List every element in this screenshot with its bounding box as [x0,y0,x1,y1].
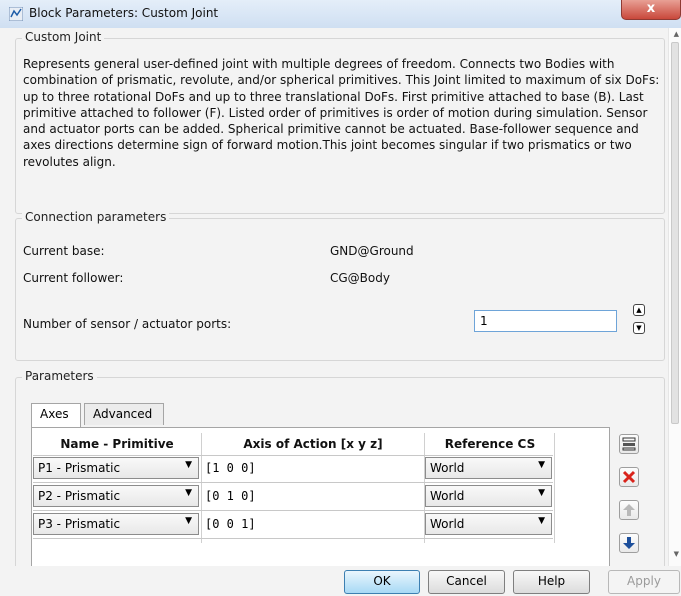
delete-row-icon [622,470,636,484]
tab-axes-label: Axes [40,407,69,421]
description-text: Represents general user-defined joint wi… [23,57,660,169]
connection-legend: Connection parameters [22,210,170,224]
move-up-icon [623,504,635,516]
column-header-axis: Axis of Action [x y z] [243,437,383,451]
description-group: Custom Joint Represents general user-def… [15,30,665,214]
axis-cell-1[interactable]: [1 0 0] [205,461,256,475]
ports-label: Number of sensor / actuator ports: [23,317,232,331]
row-divider [33,538,553,539]
dropdown-arrow-icon: ▼ [538,516,545,526]
dropdown-arrow-icon: ▼ [185,516,192,526]
column-divider [201,433,202,543]
primitive-select-2[interactable]: P2 - Prismatic ▼ [33,485,199,507]
current-follower-value: CG@Body [330,271,390,285]
window-title: Block Parameters: Custom Joint [29,6,219,20]
connection-parameters-group: Connection parameters [15,210,665,361]
axis-cell-2[interactable]: [0 1 0] [205,489,256,503]
reference-value-2: World [430,489,465,503]
current-base-value: GND@Ground [330,244,414,258]
reference-value-3: World [430,517,465,531]
reference-select-2[interactable]: World ▼ [425,485,552,507]
ok-button[interactable]: OK [344,570,420,594]
tab-axes[interactable]: Axes [31,403,81,427]
header-divider [33,455,553,456]
close-button[interactable]: x [621,0,681,20]
decrement-button[interactable]: ▼ [633,322,645,334]
move-up-button[interactable] [619,500,639,520]
parameters-legend: Parameters [22,369,97,383]
dropdown-arrow-icon: ▼ [185,460,192,470]
insert-row-icon [622,437,636,451]
reference-value-1: World [430,461,465,475]
triangle-down-icon: ▼ [636,324,642,332]
delete-row-button[interactable] [619,467,639,487]
cancel-button[interactable]: Cancel [428,570,505,594]
insert-row-button[interactable] [619,434,639,454]
apply-button[interactable]: Apply [608,570,680,594]
tab-advanced-label: Advanced [93,407,153,421]
primitive-value-3: P3 - Prismatic [38,517,121,531]
simulink-block-icon [9,7,23,21]
move-down-icon [623,537,635,549]
reference-select-3[interactable]: World ▼ [425,513,552,535]
reference-select-1[interactable]: World ▼ [425,457,552,479]
dropdown-arrow-icon: ▼ [538,460,545,470]
axis-cell-3[interactable]: [0 0 1] [205,517,256,531]
triangle-up-icon: ▲ [636,306,642,314]
move-down-button[interactable] [619,533,639,553]
column-divider [554,433,555,543]
primitive-value-1: P1 - Prismatic [38,461,121,475]
increment-button[interactable]: ▲ [633,304,645,316]
dropdown-arrow-icon: ▼ [185,488,192,498]
column-header-reference: Reference CS [444,437,536,451]
scrollbar-thumb[interactable] [671,42,679,424]
row-divider [33,510,553,511]
scroll-up-icon[interactable]: ▲ [674,30,679,38]
ports-input[interactable] [474,310,617,332]
vertical-scrollbar[interactable]: ▲ ▼ [668,28,681,566]
close-icon: x [646,1,656,16]
primitive-select-3[interactable]: P3 - Prismatic ▼ [33,513,199,535]
row-divider [33,482,553,483]
current-follower-label: Current follower: [23,271,124,285]
current-base-label: Current base: [23,244,105,258]
title-bar: Block Parameters: Custom Joint x [0,0,681,29]
description-legend: Custom Joint [22,30,105,44]
column-header-primitive: Name - Primitive [60,437,174,451]
tab-advanced[interactable]: Advanced [84,403,164,425]
dropdown-arrow-icon: ▼ [538,488,545,498]
primitive-value-2: P2 - Prismatic [38,489,121,503]
help-button[interactable]: Help [513,570,590,594]
scroll-down-icon[interactable]: ▼ [674,550,679,558]
primitive-select-1[interactable]: P1 - Prismatic ▼ [33,457,199,479]
